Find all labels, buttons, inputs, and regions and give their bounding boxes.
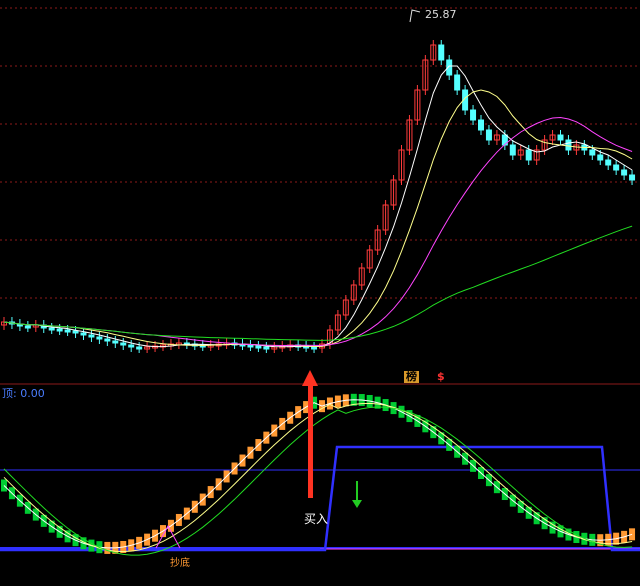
candle-body: [247, 344, 254, 348]
candle-body: [557, 134, 564, 141]
candle-body: [485, 129, 492, 141]
indicator-header-label: 顶: 0.00: [2, 387, 45, 400]
candle-body: [263, 346, 270, 350]
candle-body: [311, 346, 318, 350]
price-grid: [0, 7, 640, 385]
indicator-panel: [0, 370, 640, 556]
buy-signal-label: 买入: [304, 512, 329, 526]
oscillator-line-1: [3, 402, 633, 553]
candle-body: [112, 340, 119, 344]
high-price-label: 25.87: [425, 8, 457, 21]
candle-body: [255, 345, 262, 349]
candle-body: [454, 74, 461, 91]
candle-body: [621, 169, 628, 176]
candle-body: [120, 342, 127, 346]
candle-body: [509, 144, 516, 156]
candle-body: [470, 109, 477, 121]
buy-arrow-shaft: [308, 385, 313, 498]
ma-line-mid: [3, 89, 633, 348]
candle-body: [438, 44, 445, 61]
rank-badge[interactable]: 榜: [404, 371, 419, 383]
ma-line-short: [3, 65, 633, 348]
candle-body: [96, 336, 103, 340]
candle-body: [56, 328, 63, 332]
sell-arrow-head: [352, 500, 362, 508]
candle-body: [104, 338, 111, 342]
candle-body: [597, 154, 604, 161]
candle-body: [136, 346, 143, 350]
dollar-badge[interactable]: $: [437, 371, 445, 383]
candle-body: [64, 329, 71, 333]
bottom-signal-label: 抄底: [170, 558, 190, 569]
candle-body: [24, 325, 31, 329]
candle-body: [48, 327, 55, 331]
stock-chart-canvas[interactable]: [0, 0, 640, 586]
candle-body: [72, 330, 79, 334]
candle-body: [80, 332, 87, 336]
signal-step-line: [0, 445, 640, 552]
candle-body: [629, 174, 636, 181]
candle-body: [589, 149, 596, 156]
buy-arrow-head: [302, 370, 318, 386]
moving-average-lines: [3, 65, 633, 348]
candle-body: [605, 159, 612, 166]
candle-body: [478, 119, 484, 131]
oscillator-line-2: [3, 406, 633, 556]
ma-line-very-long: [3, 225, 633, 341]
peak-marker: [409, 9, 421, 23]
candle-body: [613, 164, 620, 171]
candle-body: [565, 139, 572, 151]
candle-body: [525, 149, 532, 161]
candle-body: [88, 334, 95, 338]
candle-body: [128, 344, 135, 348]
oscillator-bar: [1, 479, 7, 492]
